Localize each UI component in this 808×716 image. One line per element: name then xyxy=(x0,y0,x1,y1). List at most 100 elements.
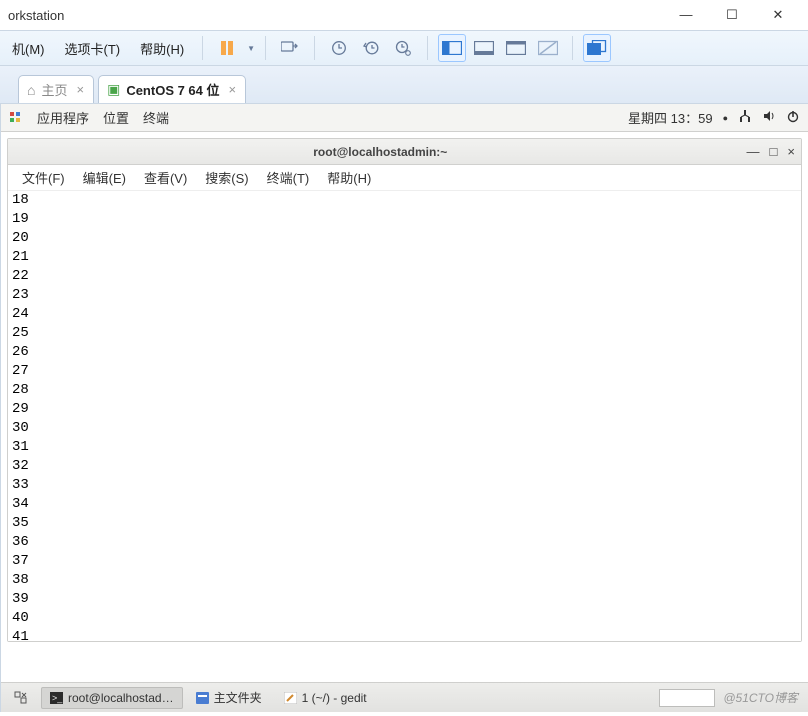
view-mode-4-button[interactable] xyxy=(534,34,562,62)
terminal-titlebar[interactable]: root@localhostadmin:~ — □ × xyxy=(8,139,801,165)
toolbar-separator xyxy=(314,36,315,60)
terminal-line: 35 xyxy=(12,514,797,533)
terminal-line: 21 xyxy=(12,248,797,267)
view-mode-1-button[interactable] xyxy=(438,34,466,62)
toolbar-separator xyxy=(202,36,203,60)
terminal-menu-view[interactable]: 查看(V) xyxy=(136,166,195,189)
layout-full-icon xyxy=(506,41,526,55)
layout-split-icon xyxy=(442,41,462,55)
toolbar-separator xyxy=(427,36,428,60)
revert-snapshot-button[interactable] xyxy=(357,34,385,62)
gnome-topbar: 应用程序 位置 终端 星期四 13：59 ● xyxy=(1,104,808,132)
terminal-close-button[interactable]: × xyxy=(787,144,795,159)
terminal-line: 19 xyxy=(12,210,797,229)
home-icon: ⌂ xyxy=(27,82,35,98)
terminal-maximize-button[interactable]: □ xyxy=(770,144,778,159)
windows-icon xyxy=(587,40,607,56)
taskbar-item-terminal[interactable]: >_ root@localhostad… xyxy=(41,687,183,709)
pause-vm-button[interactable] xyxy=(213,34,241,62)
datetime-label[interactable]: 星期四 13：59 xyxy=(628,108,713,127)
close-button[interactable]: ✕ xyxy=(764,7,792,23)
watermark-label: @51CTO博客 xyxy=(723,689,798,706)
terminal-minimize-button[interactable]: — xyxy=(747,144,760,159)
taskbar-item-files[interactable]: 主文件夹 xyxy=(187,687,271,709)
network-icon[interactable] xyxy=(738,109,752,126)
app-titlebar: orkstation — ☐ ✕ xyxy=(0,0,808,30)
terminal-line: 37 xyxy=(12,552,797,571)
snapshot-button[interactable] xyxy=(325,34,353,62)
terminal-line: 25 xyxy=(12,324,797,343)
taskbar-label: 1 (~/) - gedit xyxy=(302,691,367,705)
terminal-line: 27 xyxy=(12,362,797,381)
terminal-menu-edit[interactable]: 编辑(E) xyxy=(75,166,134,189)
taskbar-item-gedit[interactable]: 1 (~/) - gedit xyxy=(275,687,376,709)
pause-dropdown[interactable]: ▼ xyxy=(247,44,255,53)
clock-gear-icon xyxy=(394,39,412,57)
terminal-line: 18 xyxy=(12,191,797,210)
tab-home[interactable]: ⌂ 主页 × xyxy=(18,75,94,103)
terminal-menu-help[interactable]: 帮助(H) xyxy=(319,166,379,189)
terminal-line: 29 xyxy=(12,400,797,419)
vm-icon: ▣ xyxy=(107,81,120,98)
desktop-icon xyxy=(14,691,28,705)
taskbar-tray: @51CTO博客 xyxy=(659,689,804,707)
view-mode-3-button[interactable] xyxy=(502,34,530,62)
terminal-line: 22 xyxy=(12,267,797,286)
tab-strip: ⌂ 主页 × ▣ CentOS 7 64 位 × xyxy=(0,66,808,104)
tab-home-label: 主页 xyxy=(41,80,67,99)
terminal-line: 28 xyxy=(12,381,797,400)
terminal-line: 38 xyxy=(12,571,797,590)
taskbar-label: 主文件夹 xyxy=(214,689,262,706)
terminal-line: 30 xyxy=(12,419,797,438)
send-icon xyxy=(281,40,299,56)
volume-icon[interactable] xyxy=(762,109,776,126)
send-button[interactable] xyxy=(276,34,304,62)
menu-applications[interactable]: 应用程序 xyxy=(37,108,89,127)
gedit-icon xyxy=(284,692,297,704)
terminal-line: 41 xyxy=(12,628,797,641)
layout-disabled-icon xyxy=(538,40,558,56)
terminal-line: 31 xyxy=(12,438,797,457)
terminal-line: 33 xyxy=(12,476,797,495)
recording-dot: ● xyxy=(723,113,728,123)
terminal-line: 34 xyxy=(12,495,797,514)
terminal-line: 26 xyxy=(12,343,797,362)
maximize-button[interactable]: ☐ xyxy=(718,7,746,23)
manage-snapshots-button[interactable] xyxy=(389,34,417,62)
gnome-taskbar: >_ root@localhostad… 主文件夹 1 (~/) - gedit… xyxy=(1,682,808,712)
terminal-line: 24 xyxy=(12,305,797,324)
terminal-menu-search[interactable]: 搜索(S) xyxy=(197,166,256,189)
layout-bottom-icon xyxy=(474,41,494,55)
tab-home-close[interactable]: × xyxy=(73,82,87,97)
terminal-line: 20 xyxy=(12,229,797,248)
unity-button[interactable] xyxy=(583,34,611,62)
toolbar-separator xyxy=(265,36,266,60)
terminal-menu-terminal[interactable]: 终端(T) xyxy=(259,166,318,189)
toolbar-separator xyxy=(572,36,573,60)
tray-input-box[interactable] xyxy=(659,689,715,707)
terminal-line: 39 xyxy=(12,590,797,609)
menu-places[interactable]: 位置 xyxy=(103,108,129,127)
menu-tabs[interactable]: 选项卡(T) xyxy=(57,35,129,62)
tab-vm-label: CentOS 7 64 位 xyxy=(126,80,219,99)
menu-help[interactable]: 帮助(H) xyxy=(132,35,192,62)
terminal-title: root@localhostadmin:~ xyxy=(14,145,747,159)
vm-viewport: 应用程序 位置 终端 星期四 13：59 ● root@localhostadm… xyxy=(0,104,808,712)
files-icon xyxy=(196,692,209,704)
clock-back-icon xyxy=(362,39,380,57)
tab-vm[interactable]: ▣ CentOS 7 64 位 × xyxy=(98,75,246,103)
menu-terminal[interactable]: 终端 xyxy=(143,108,169,127)
menu-machine[interactable]: 机(M) xyxy=(4,35,53,62)
activities-icon[interactable] xyxy=(9,111,23,125)
tab-vm-close[interactable]: × xyxy=(226,82,240,97)
app-menubar: 机(M) 选项卡(T) 帮助(H) ▼ xyxy=(0,30,808,66)
terminal-window: root@localhostadmin:~ — □ × 文件(F) 编辑(E) … xyxy=(7,138,802,642)
minimize-button[interactable]: — xyxy=(672,7,700,23)
terminal-line: 36 xyxy=(12,533,797,552)
power-icon[interactable] xyxy=(786,109,800,126)
terminal-menu-file[interactable]: 文件(F) xyxy=(14,166,73,189)
terminal-menubar: 文件(F) 编辑(E) 查看(V) 搜索(S) 终端(T) 帮助(H) xyxy=(8,165,801,191)
show-desktop-button[interactable] xyxy=(5,687,37,709)
terminal-body[interactable]: 18 19 20 21 22 23 24 25 26 27 28 29 30 3… xyxy=(8,191,801,641)
view-mode-2-button[interactable] xyxy=(470,34,498,62)
